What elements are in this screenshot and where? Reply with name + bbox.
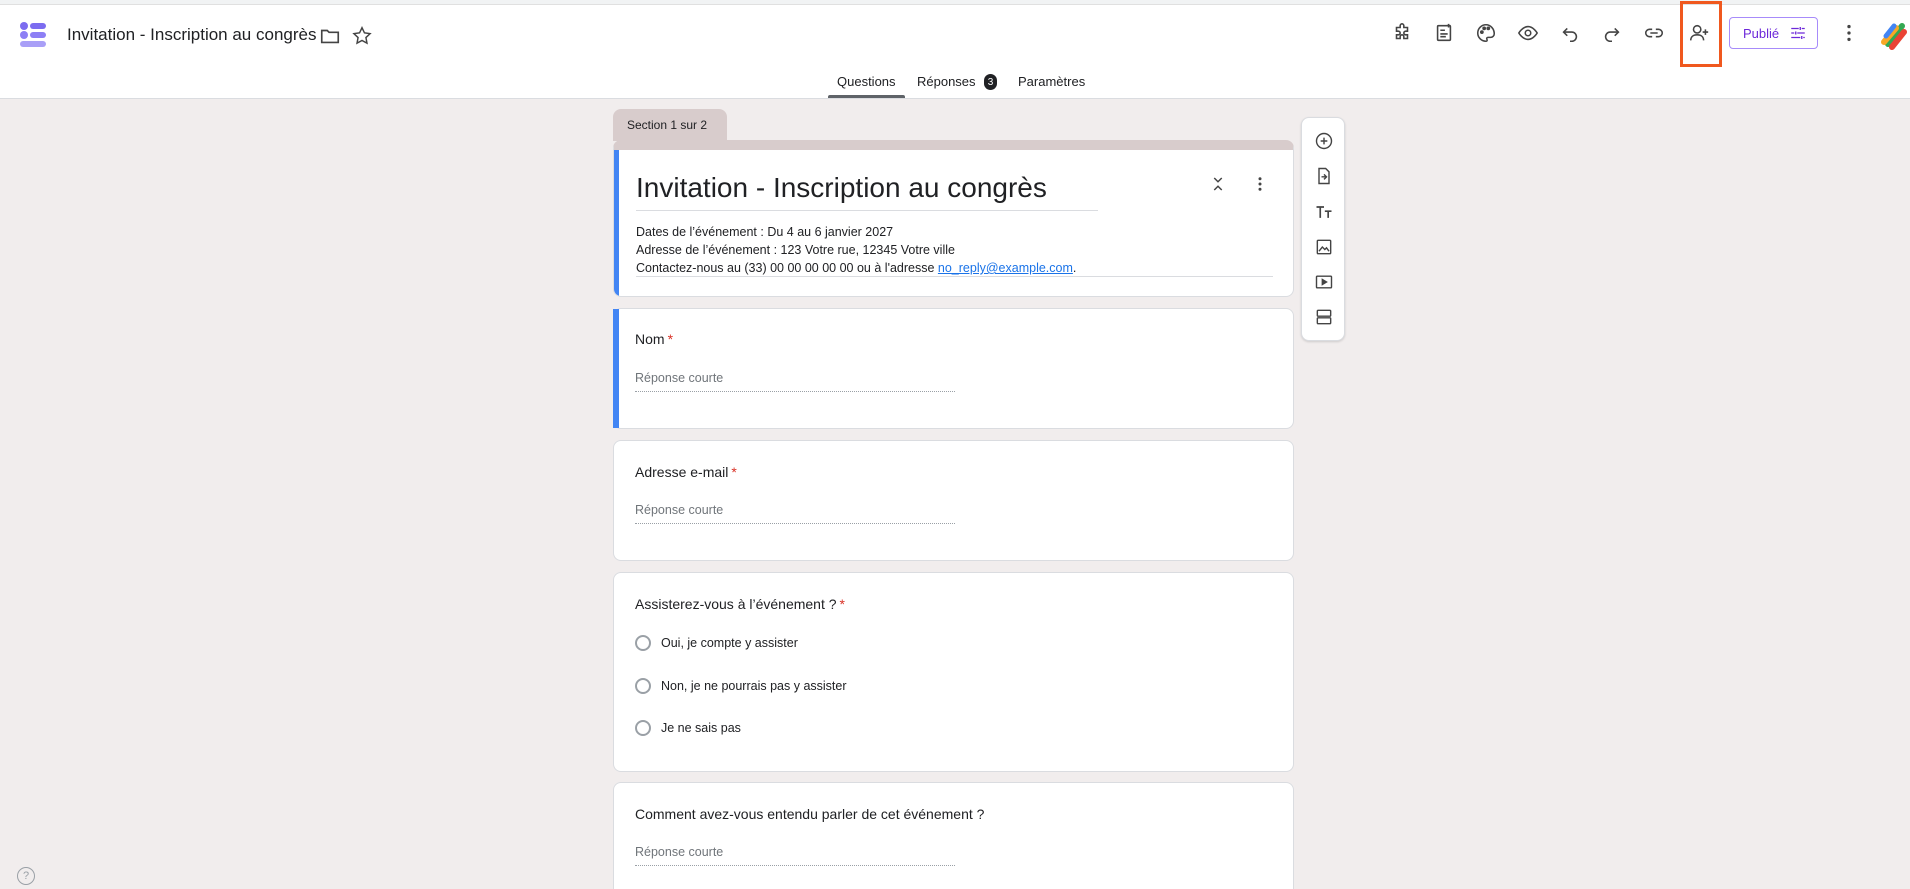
description-line: Contactez-nous au (33) 00 00 00 00 00 ou…: [636, 259, 1076, 277]
add-title-icon[interactable]: [1312, 200, 1336, 224]
app-brand-icon[interactable]: [1878, 20, 1908, 50]
title-underline: [636, 210, 1098, 211]
question-card[interactable]: Comment avez-vous entendu parler de cet …: [613, 782, 1294, 889]
radio-option[interactable]: Je ne sais pas: [635, 720, 741, 736]
description-underline: [636, 276, 1273, 277]
publish-button[interactable]: Publié: [1729, 17, 1818, 49]
required-asterisk: *: [667, 331, 674, 347]
radio-button[interactable]: [635, 635, 651, 651]
radio-option[interactable]: Oui, je compte y assister: [635, 635, 798, 651]
question-card[interactable]: Assisterez-vous à l’événement ? * Oui, je…: [613, 572, 1294, 772]
radio-option[interactable]: Non, je ne pourrais pas y assister: [635, 678, 847, 694]
form-title-card[interactable]: Invitation - Inscription au congrès Date…: [613, 140, 1294, 297]
question-text: Adresse e-mail: [635, 464, 729, 480]
question-text: Comment avez-vous entendu parler de cet …: [635, 806, 985, 822]
required-asterisk: *: [839, 596, 845, 612]
form-tabs: Questions Réponses 3 Paramètres: [0, 70, 1910, 99]
description-text: Contactez-nous au (33) 00 00 00 00 00 ou…: [636, 261, 938, 275]
add-video-icon[interactable]: [1312, 270, 1336, 294]
palette-icon[interactable]: [1469, 16, 1503, 50]
add-image-icon[interactable]: [1312, 235, 1336, 259]
highlight-box: [1680, 1, 1722, 67]
email-link[interactable]: no_reply@example.com: [938, 261, 1073, 275]
short-answer-field[interactable]: Réponse courte: [635, 845, 955, 866]
mocked-ai-icon[interactable]: [1427, 16, 1461, 50]
description-line: Adresse de l’événement : 123 Votre rue, …: [636, 243, 955, 257]
description-line: Dates de l’événement : Du 4 au 6 janvier…: [636, 225, 894, 239]
more-vert-icon[interactable]: [1832, 16, 1866, 50]
tab-responses[interactable]: Réponses: [917, 74, 976, 89]
question-card[interactable]: Nom * Réponse courte: [613, 308, 1294, 429]
option-label: Non, je ne pourrais pas y assister: [661, 679, 847, 693]
responses-count-badge: 3: [984, 74, 997, 90]
link-icon[interactable]: [1637, 16, 1671, 50]
form-title[interactable]: Invitation - Inscription au congrès: [636, 172, 1047, 204]
radio-button[interactable]: [635, 720, 651, 736]
section-tag: Section 1 sur 2: [613, 109, 727, 141]
floating-toolbar: [1301, 117, 1345, 341]
active-tab-indicator: [828, 95, 905, 98]
folder-icon[interactable]: [313, 19, 347, 53]
short-answer-field[interactable]: Réponse courte: [635, 503, 955, 524]
collapse-icon[interactable]: [1206, 172, 1230, 196]
question-card[interactable]: Adresse e-mail * Réponse courte: [613, 440, 1294, 561]
undo-icon[interactable]: [1553, 16, 1587, 50]
addon-icon[interactable]: [1385, 16, 1419, 50]
description-text: .: [1072, 261, 1077, 275]
active-accent: [613, 309, 619, 428]
radio-button[interactable]: [635, 678, 651, 694]
add-question-icon[interactable]: [1312, 129, 1336, 153]
question-label: Nom *: [635, 331, 673, 347]
help-icon[interactable]: ?: [17, 867, 35, 885]
option-label: Je ne sais pas: [661, 721, 741, 735]
short-answer-field[interactable]: Réponse courte: [635, 371, 955, 392]
document-title[interactable]: Invitation - Inscription au congrès: [67, 25, 316, 45]
question-label: Comment avez-vous entendu parler de cet …: [635, 806, 984, 822]
import-questions-icon[interactable]: [1312, 164, 1336, 188]
required-asterisk: *: [731, 464, 737, 480]
option-label: Oui, je compte y assister: [661, 636, 798, 650]
question-text: Nom: [635, 331, 665, 347]
publish-label: Publié: [1743, 25, 1780, 41]
form-description[interactable]: Dates de l’événement : Du 4 au 6 janvier…: [636, 223, 1076, 277]
top-bar: Invitation - Inscription au congrès Publ…: [0, 0, 1910, 99]
top-edge: [0, 0, 1910, 5]
star-icon[interactable]: [345, 19, 379, 53]
preview-icon[interactable]: [1511, 16, 1545, 50]
question-text: Assisterez-vous à l’événement ?: [635, 596, 837, 612]
question-label: Assisterez-vous à l’événement ? *: [635, 596, 845, 612]
question-label: Adresse e-mail *: [635, 464, 737, 480]
tab-settings[interactable]: Paramètres: [1018, 74, 1085, 89]
publish-settings-icon: [1791, 27, 1805, 39]
tab-questions[interactable]: Questions: [837, 74, 896, 89]
more-vert-icon[interactable]: [1248, 172, 1272, 196]
redo-icon[interactable]: [1595, 16, 1629, 50]
forms-logo-icon[interactable]: [18, 20, 48, 50]
active-accent: [614, 150, 619, 296]
add-section-icon[interactable]: [1312, 305, 1336, 329]
